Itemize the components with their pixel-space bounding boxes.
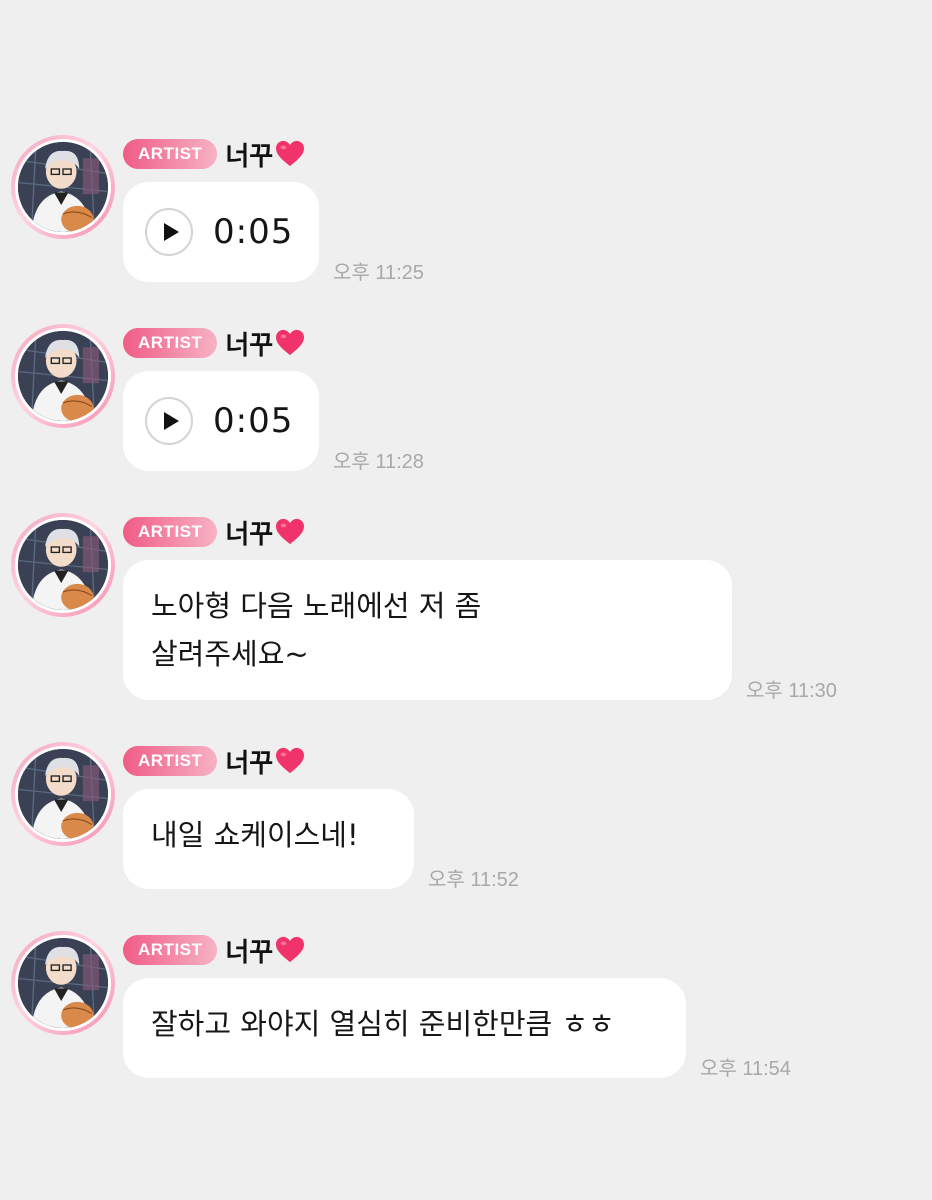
message-timestamp: 오후 11:25 <box>333 262 424 284</box>
avatar[interactable] <box>11 931 115 1035</box>
sender-name[interactable]: 너꾸 <box>225 743 273 780</box>
heart-icon <box>275 140 305 168</box>
voice-message-bubble[interactable]: 0:05 <box>123 371 319 471</box>
heart-icon <box>275 329 305 357</box>
heart-icon <box>275 747 305 775</box>
avatar-image <box>18 331 108 421</box>
message-timestamp: 오후 11:28 <box>333 451 424 473</box>
chat-message: ARTIST 너꾸 0:05 오후 11:25 <box>0 135 932 285</box>
avatar[interactable] <box>11 513 115 617</box>
artist-badge: ARTIST <box>123 746 218 776</box>
avatar-image <box>18 938 108 1028</box>
sender-name[interactable]: 너꾸 <box>225 325 273 362</box>
message-header: ARTIST 너꾸 <box>123 743 305 780</box>
artist-badge: ARTIST <box>123 517 218 547</box>
sender-name[interactable]: 너꾸 <box>225 932 273 969</box>
chat-message: ARTIST 너꾸 노아형 다음 노래에선 저 좀 살려주세요~ 오후 11:3… <box>0 513 932 703</box>
voice-message-bubble[interactable]: 0:05 <box>123 182 319 282</box>
message-header: ARTIST 너꾸 <box>123 325 305 362</box>
play-icon <box>163 223 179 241</box>
message-header: ARTIST 너꾸 <box>123 932 305 969</box>
chat-feed: ARTIST 너꾸 0:05 오후 11:25 ARTIST 너꾸 0:05 오… <box>0 0 932 1200</box>
text-message-bubble[interactable]: 잘하고 와야지 열심히 준비한만큼 ㅎㅎ <box>123 978 686 1078</box>
chat-message: ARTIST 너꾸 내일 쇼케이스네! 오후 11:52 <box>0 742 932 892</box>
artist-badge: ARTIST <box>123 935 218 965</box>
play-icon <box>163 412 179 430</box>
artist-badge: ARTIST <box>123 328 218 358</box>
message-header: ARTIST 너꾸 <box>123 514 305 551</box>
heart-icon <box>275 936 305 964</box>
voice-duration: 0:05 <box>213 212 294 252</box>
message-timestamp: 오후 11:52 <box>428 869 519 891</box>
chat-message: ARTIST 너꾸 0:05 오후 11:28 <box>0 324 932 474</box>
avatar-image <box>18 520 108 610</box>
chat-message: ARTIST 너꾸 잘하고 와야지 열심히 준비한만큼 ㅎㅎ 오후 11:54 <box>0 931 932 1081</box>
avatar[interactable] <box>11 324 115 428</box>
message-timestamp: 오후 11:54 <box>700 1058 791 1080</box>
text-message-bubble[interactable]: 내일 쇼케이스네! <box>123 789 414 889</box>
voice-duration: 0:05 <box>213 401 294 441</box>
avatar-image <box>18 142 108 232</box>
avatar[interactable] <box>11 135 115 239</box>
sender-name[interactable]: 너꾸 <box>225 136 273 173</box>
message-header: ARTIST 너꾸 <box>123 136 305 173</box>
avatar-image <box>18 749 108 839</box>
avatar[interactable] <box>11 742 115 846</box>
message-timestamp: 오후 11:30 <box>746 680 837 702</box>
heart-icon <box>275 518 305 546</box>
text-message-bubble[interactable]: 노아형 다음 노래에선 저 좀 살려주세요~ <box>123 560 732 700</box>
play-button[interactable] <box>145 208 193 256</box>
sender-name[interactable]: 너꾸 <box>225 514 273 551</box>
artist-badge: ARTIST <box>123 139 218 169</box>
play-button[interactable] <box>145 397 193 445</box>
